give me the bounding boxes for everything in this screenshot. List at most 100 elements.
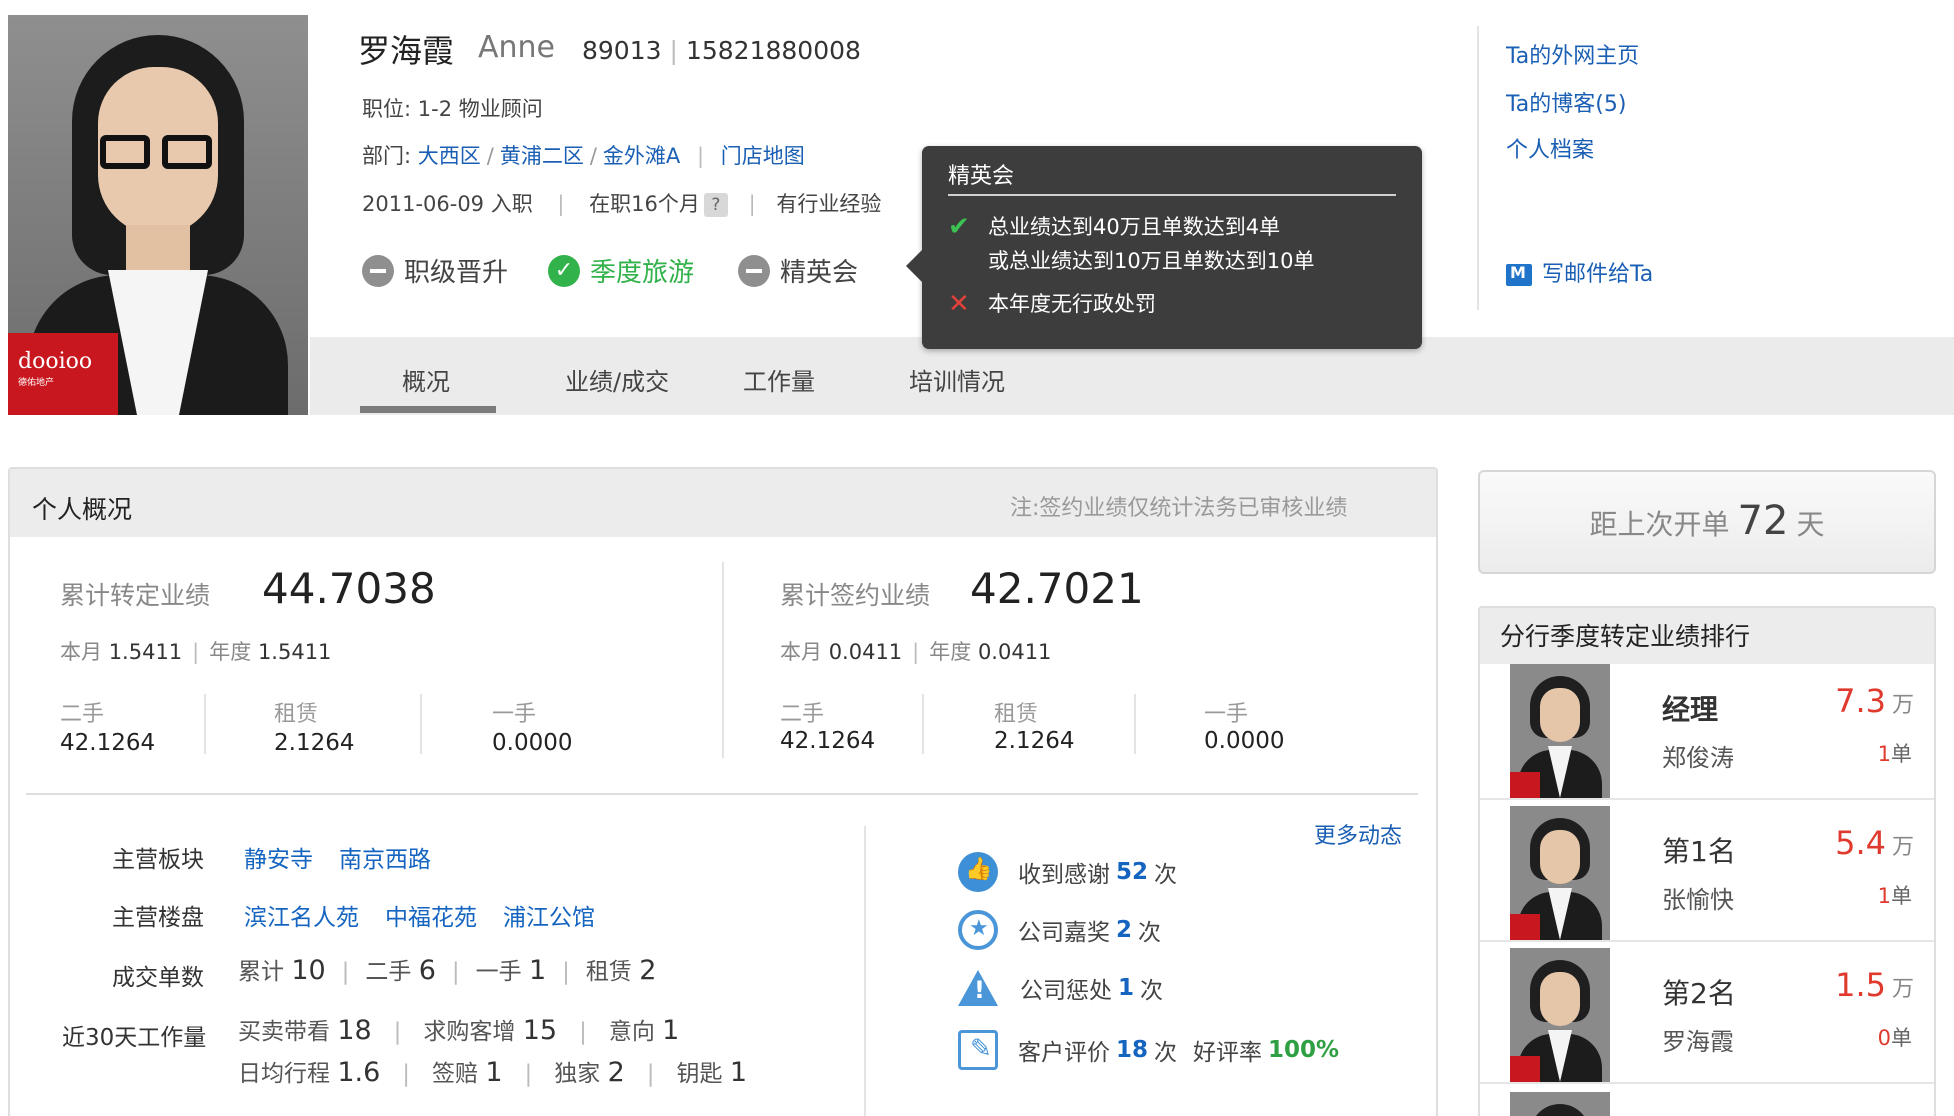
activity-penalties: 公司惩处1次 — [958, 970, 1163, 1006]
ranking-title: 分行季度转定业绩排行 — [1500, 622, 1751, 651]
main-estates-list: 滨江名人苑 中福花苑 浦江公馆 — [244, 898, 621, 932]
tab-training[interactable]: 培训情况 — [909, 362, 1005, 397]
phone-number: 15821880008 — [685, 36, 861, 65]
edit-icon — [958, 1030, 998, 1070]
tab-workload[interactable]: 工作量 — [743, 362, 815, 397]
send-mail-link[interactable]: 写邮件给Ta — [1506, 256, 1653, 288]
rank-value: 1.5 万 — [1835, 966, 1914, 1004]
medal-icon — [958, 910, 998, 950]
minus-circle-icon — [738, 254, 770, 287]
rank-name: 张愉快 — [1662, 886, 1734, 914]
agent-name: 罗海霞 — [358, 32, 455, 70]
avatar — [1510, 806, 1610, 940]
estate-link[interactable]: 中福花苑 — [385, 905, 477, 931]
avatar — [1510, 948, 1610, 1082]
tab-overview[interactable]: 概况 — [402, 362, 450, 397]
badge-elite-club[interactable]: 精英会 — [738, 252, 858, 289]
active-tab-indicator — [360, 406, 496, 413]
transfer-col-label: 租赁 — [274, 702, 319, 727]
personal-file-link[interactable]: 个人档案 — [1506, 132, 1594, 164]
signed-total-label: 累计签约业绩 — [780, 581, 931, 610]
tenure: 在职16个月 — [589, 192, 700, 216]
rank-value: 5.4 万 — [1835, 824, 1914, 862]
tooltip-title: 精英会 — [948, 164, 1015, 189]
overview-note: 注:签约业绩仅统计法务已审核业绩 — [1010, 496, 1348, 521]
rank-name: 罗海霞 — [1662, 1028, 1734, 1056]
signed-col-label: 一手 — [1204, 702, 1249, 727]
activity-awards: 公司嘉奖2次 — [958, 910, 1161, 950]
signed-month-year: 本月 0.0411 | 年度 0.0411 — [780, 640, 1052, 664]
rank-name: 郑俊涛 — [1662, 744, 1734, 772]
thumbs-up-icon — [958, 852, 998, 892]
employee-id: 89013 — [582, 36, 662, 65]
signed-col-value: 0.0000 — [1204, 728, 1285, 754]
workload-row-1: 买卖带看 18 | 求购客增 15 | 意向 1 — [238, 1015, 680, 1046]
rank-place: 第1名 — [1662, 835, 1736, 868]
main-estates-label: 主营楼盘 — [112, 905, 204, 931]
transfer-total-label: 累计转定业绩 — [60, 581, 211, 610]
check-circle-icon: ✓ — [548, 254, 580, 287]
rank-count: 1单 — [1877, 884, 1912, 908]
main-area-list: 静安寺 南京西路 — [244, 840, 457, 874]
deals-values: 累计 10 | 二手 6 | 一手 1 | 租赁 2 — [238, 955, 657, 986]
transfer-col-label: 二手 — [60, 702, 105, 727]
signed-col-label: 二手 — [780, 702, 825, 727]
transfer-total-value: 44.7038 — [262, 564, 436, 613]
dept-link-store[interactable]: 金外滩A — [603, 144, 680, 168]
rank-place: 第2名 — [1662, 977, 1736, 1010]
agent-english-name: Anne — [478, 30, 556, 65]
tab-performance[interactable]: 业绩/成交 — [565, 362, 669, 397]
mail-icon — [1506, 263, 1532, 286]
workload-row-2: 日均行程 1.6 | 签赔 1 | 独家 2 | 钥匙 1 — [238, 1057, 748, 1088]
signed-col-value: 2.1264 — [994, 728, 1075, 754]
blog-link[interactable]: Ta的博客(5) — [1506, 86, 1626, 118]
estate-link[interactable]: 浦江公馆 — [503, 905, 595, 931]
estate-link[interactable]: 滨江名人苑 — [244, 905, 359, 931]
transfer-col-value: 42.1264 — [60, 730, 156, 756]
rank-count: 1单 — [1877, 742, 1912, 766]
activity-thanks: 收到感谢52次 — [958, 852, 1177, 892]
help-icon[interactable]: ? — [703, 193, 728, 217]
external-homepage-link[interactable]: Ta的外网主页 — [1506, 38, 1639, 70]
area-link[interactable]: 南京西路 — [339, 847, 431, 873]
avatar — [1510, 664, 1610, 798]
join-date: 2011-06-09 入职 — [362, 192, 533, 216]
rank-place: 经理 — [1662, 693, 1719, 726]
position-value: 1-2 物业顾问 — [417, 97, 543, 121]
dept-link-district[interactable]: 黄浦二区 — [500, 144, 584, 168]
transfer-col-label: 一手 — [492, 702, 537, 727]
more-activity-link[interactable]: 更多动态 — [1314, 818, 1402, 850]
badge-promotion[interactable]: 职级晋升 — [362, 252, 508, 289]
elite-club-tooltip: 精英会 ✔ 总业绩达到40万且单数达到4单 或总业绩达到10万且单数达到10单 ✕… — [906, 146, 1422, 349]
dept-link-region[interactable]: 大西区 — [418, 144, 481, 168]
warning-icon — [958, 970, 998, 1006]
divider — [1477, 26, 1479, 310]
overview-title: 个人概况 — [32, 495, 133, 524]
deals-label: 成交单数 — [112, 965, 204, 991]
transfer-col-value: 0.0000 — [492, 730, 573, 756]
experience: 有行业经验 — [776, 192, 882, 216]
minus-circle-icon — [362, 254, 394, 287]
department-line: 部门: 大西区 / 黄浦二区 / 金外滩A | 门店地图 — [362, 144, 805, 168]
agent-ids: 89013 | 15821880008 — [582, 36, 861, 65]
employment-line: 2011-06-09 入职 | 在职16个月? | 有行业经验 — [362, 192, 882, 217]
cross-icon: ✕ — [948, 289, 970, 319]
activity-reviews: 客户评价18次 好评率 100% — [958, 1030, 1339, 1070]
store-map-link[interactable]: 门店地图 — [721, 144, 805, 168]
avatar — [1510, 1092, 1610, 1116]
tooltip-condition: ✔ 总业绩达到40万且单数达到4单 或总业绩达到10万且单数达到10单 — [948, 210, 1314, 278]
area-link[interactable]: 静安寺 — [244, 847, 313, 873]
rank-value: 7.3 万 — [1835, 682, 1914, 720]
transfer-col-value: 2.1264 — [274, 730, 355, 756]
company-logo: dooioo 德佑地产 — [8, 333, 118, 415]
section-divider — [26, 793, 1418, 795]
badge-quarter-trip[interactable]: ✓ 季度旅游 — [548, 252, 694, 289]
check-icon: ✔ — [948, 212, 970, 242]
main-area-label: 主营板块 — [112, 847, 204, 873]
position-line: 职位: 1-2 物业顾问 — [362, 97, 543, 121]
rank-count: 0单 — [1877, 1026, 1912, 1050]
signed-total-value: 42.7021 — [970, 564, 1144, 613]
transfer-month-year: 本月 1.5411 | 年度 1.5411 — [60, 640, 332, 664]
signed-col-value: 42.1264 — [780, 728, 876, 754]
workload-label: 近30天工作量 — [62, 1025, 207, 1051]
